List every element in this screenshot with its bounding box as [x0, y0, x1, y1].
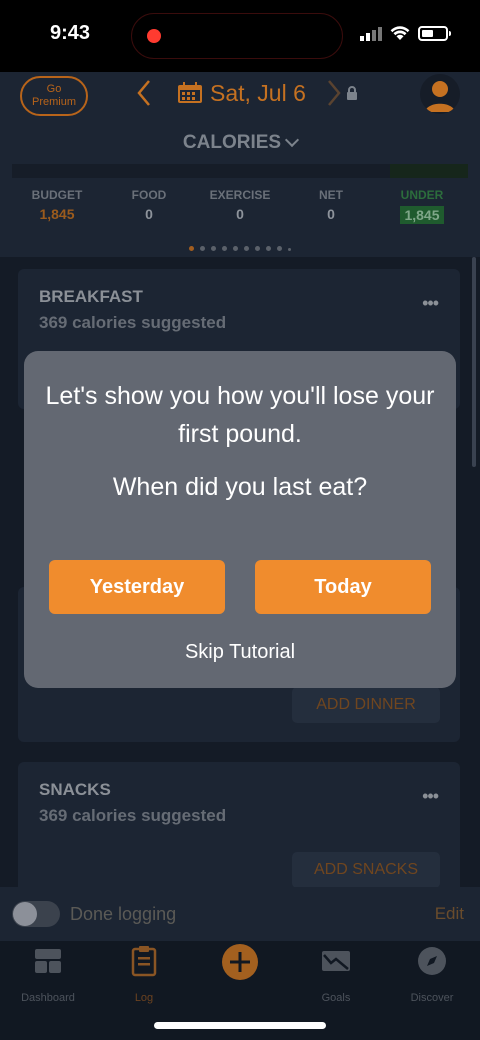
tab-discover-label: Discover	[410, 992, 454, 1004]
stat-net-label: NET	[319, 188, 343, 202]
user-icon	[425, 81, 455, 112]
breakfast-more-icon[interactable]: •••	[422, 293, 439, 314]
previous-day-button[interactable]	[136, 78, 152, 114]
screen: 9:43 Go Premium Sat, Jul 6 CALORIES BUDG…	[0, 0, 480, 1040]
tab-log[interactable]: Log	[96, 945, 192, 1004]
tutorial-dialog: Let's show you how you'll lose your firs…	[24, 351, 456, 688]
page-indicator[interactable]	[0, 238, 480, 256]
stat-exercise-label: EXERCISE	[209, 188, 271, 202]
calendar-icon[interactable]	[177, 82, 203, 104]
status-time: 9:43	[50, 22, 91, 44]
page-dot	[233, 246, 238, 251]
chevron-down-icon	[285, 132, 300, 148]
today-button[interactable]: Today	[255, 560, 431, 614]
chevron-left-icon	[137, 80, 150, 106]
add-snacks-button[interactable]: ADD SNACKS	[292, 852, 440, 888]
stat-food-value: 0	[145, 206, 153, 222]
tab-add[interactable]	[192, 944, 288, 996]
recording-indicator-icon	[147, 29, 161, 43]
tutorial-message: Let's show you how you'll lose your firs…	[45, 382, 435, 448]
tab-log-label: Log	[134, 992, 154, 1004]
dashboard-icon	[35, 949, 61, 973]
calories-dropdown[interactable]: CALORIES	[0, 132, 480, 154]
stat-food: FOOD 0	[104, 188, 194, 222]
go-premium-line2: Premium	[31, 96, 76, 108]
skip-tutorial-link[interactable]: Skip Tutorial	[24, 641, 456, 664]
stat-budget-label: BUDGET	[31, 188, 83, 202]
home-indicator[interactable]	[154, 1022, 326, 1029]
stat-food-label: FOOD	[131, 188, 167, 202]
snacks-title: SNACKS	[39, 780, 111, 799]
page-dot	[266, 246, 271, 251]
go-premium-button[interactable]: Go Premium	[20, 76, 88, 116]
tab-goals[interactable]: Goals	[288, 945, 384, 1004]
stat-exercise: EXERCISE 0	[195, 188, 285, 222]
calories-title-label: CALORIES	[182, 132, 282, 153]
breakfast-suggested: 369 calories suggested	[39, 313, 227, 332]
stat-budget-value: 1,845	[39, 206, 75, 222]
tutorial-question: When did you last eat?	[112, 473, 368, 501]
chevron-right-icon	[328, 80, 341, 106]
page-dot	[244, 246, 249, 251]
stat-net: NET 0	[286, 188, 376, 222]
tab-dashboard[interactable]: Dashboard	[0, 945, 96, 1004]
tab-dashboard-label: Dashboard	[21, 992, 75, 1004]
date-label[interactable]: Sat, Jul 6	[210, 80, 306, 107]
clipboard-icon	[131, 946, 157, 977]
cellular-signal-icon	[360, 26, 382, 41]
stat-exercise-value: 0	[236, 206, 244, 222]
done-logging-row: Done logging Edit	[0, 887, 480, 941]
snacks-more-icon[interactable]: •••	[422, 786, 439, 807]
page-dot	[189, 246, 194, 251]
page-dot	[200, 246, 205, 251]
next-day-button[interactable]	[326, 78, 342, 114]
stat-net-value: 0	[327, 206, 335, 222]
profile-avatar-button[interactable]	[420, 74, 460, 114]
toggle-knob	[13, 902, 37, 926]
stat-under-label: UNDER	[400, 188, 444, 202]
page-dot	[277, 246, 282, 251]
page-dot	[222, 246, 227, 251]
page-dot	[288, 248, 291, 251]
snacks-suggested: 369 calories suggested	[39, 806, 227, 825]
dynamic-island	[131, 13, 343, 59]
calorie-stats: BUDGET 1,845 FOOD 0 EXERCISE 0 NET 0 UND…	[0, 188, 480, 228]
compass-icon	[418, 947, 446, 975]
tab-goals-label: Goals	[321, 992, 351, 1004]
stat-budget: BUDGET 1,845	[12, 188, 102, 222]
header: Go Premium Sat, Jul 6 CALORIES BUDGET 1,…	[0, 72, 480, 257]
stat-under-value: 1,845	[400, 206, 444, 224]
wifi-icon	[390, 26, 410, 40]
page-dot	[255, 246, 260, 251]
go-premium-line1: Go	[46, 83, 62, 95]
add-plus-icon	[222, 944, 258, 980]
tab-discover[interactable]: Discover	[384, 945, 480, 1004]
system-icons	[360, 26, 451, 41]
page-dot	[211, 246, 216, 251]
breakfast-title: BREAKFAST	[39, 287, 143, 306]
lock-icon	[347, 86, 357, 100]
scrollbar[interactable]	[472, 257, 476, 467]
stat-under: UNDER 1,845	[377, 188, 467, 225]
edit-button[interactable]: Edit	[435, 904, 464, 924]
yesterday-button[interactable]: Yesterday	[49, 560, 225, 614]
battery-icon	[418, 26, 451, 41]
calorie-progress-under-segment	[390, 164, 468, 178]
snacks-card: SNACKS 369 calories suggested ••• ADD SN…	[18, 762, 460, 902]
done-logging-toggle[interactable]	[12, 901, 60, 927]
done-logging-label: Done logging	[70, 904, 177, 924]
goals-icon	[322, 951, 350, 971]
add-dinner-button[interactable]: ADD DINNER	[292, 687, 440, 723]
status-bar: 9:43	[0, 0, 480, 72]
